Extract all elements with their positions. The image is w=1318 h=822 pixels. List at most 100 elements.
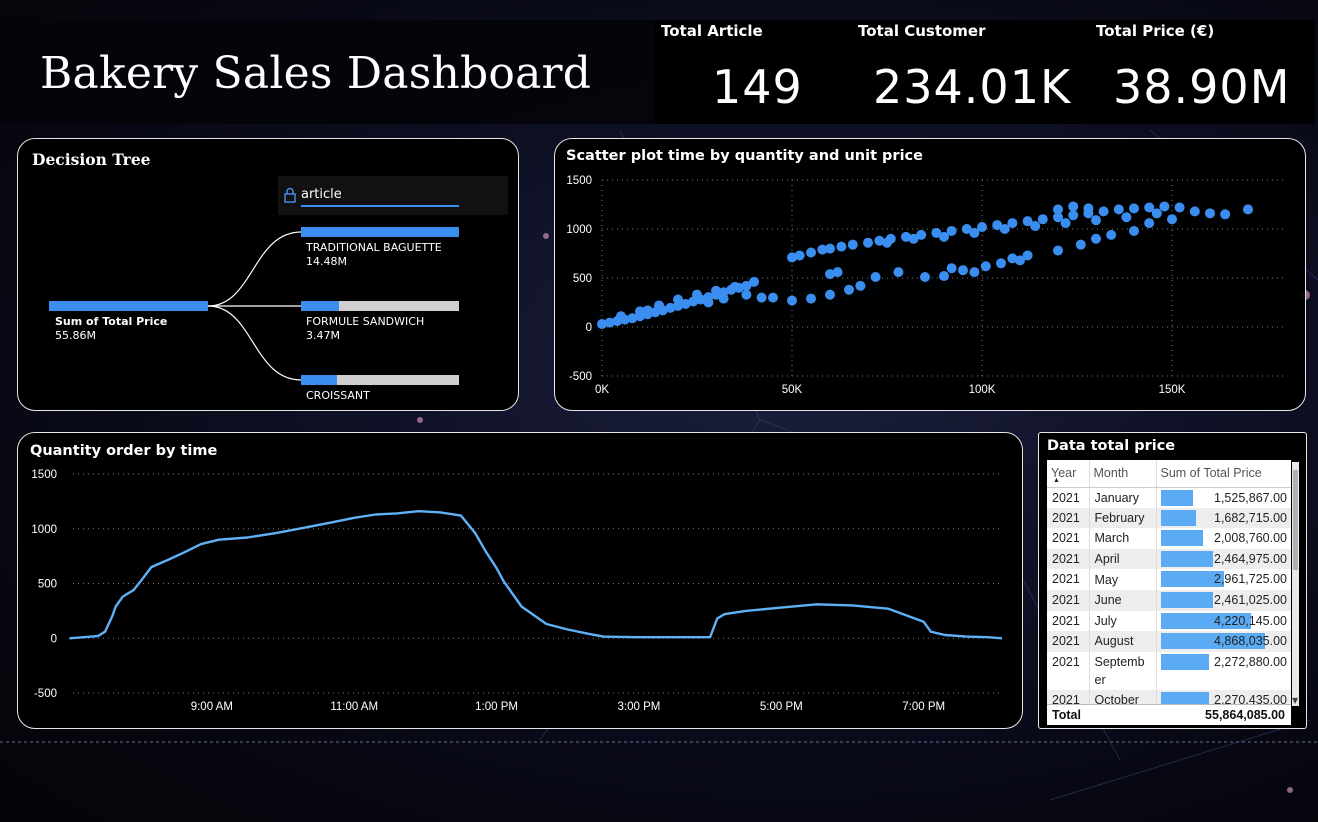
cell-total-price: 1,525,867.00 xyxy=(1156,487,1291,508)
table-row[interactable]: 2021 August 4,868,035.00 xyxy=(1047,631,1291,652)
scatter-point[interactable] xyxy=(863,237,873,248)
table-row[interactable]: 2021 March 2,008,760.00 xyxy=(1047,528,1291,549)
tree-node-bar-track[interactable] xyxy=(301,375,459,385)
scatter-point[interactable] xyxy=(692,289,702,300)
scatter-point[interactable] xyxy=(958,265,968,276)
scatter-point[interactable] xyxy=(855,280,866,291)
scatter-point[interactable] xyxy=(1106,229,1117,240)
line-series-quantity[interactable] xyxy=(69,510,1003,640)
scatter-point[interactable] xyxy=(969,227,980,238)
scatter-point[interactable] xyxy=(1113,204,1124,215)
scatter-point[interactable] xyxy=(1167,214,1177,225)
scatter-point[interactable] xyxy=(836,241,847,252)
col-header-total[interactable]: Sum of Total Price xyxy=(1156,460,1291,488)
scatter-point[interactable] xyxy=(844,284,854,295)
scatter-point[interactable] xyxy=(996,258,1006,269)
scatter-point[interactable] xyxy=(1174,202,1185,213)
scatter-point[interactable] xyxy=(882,237,892,248)
tree-root-label: Sum of Total Price xyxy=(55,315,168,328)
scatter-point[interactable] xyxy=(1121,212,1132,223)
tree-root-bar[interactable] xyxy=(49,301,208,311)
scatter-point[interactable] xyxy=(1037,214,1048,225)
table-row[interactable]: 2021 July 4,220,145.00 xyxy=(1047,610,1291,632)
scatter-point[interactable] xyxy=(730,281,740,292)
scatter-point[interactable] xyxy=(1030,221,1041,232)
scatter-point[interactable] xyxy=(756,292,767,303)
scatter-point[interactable] xyxy=(654,300,664,311)
scatter-point[interactable] xyxy=(741,280,752,291)
scatter-point[interactable] xyxy=(870,272,881,283)
table-row[interactable]: 2021 May 2,961,725.00 xyxy=(1047,569,1291,590)
scatter-point[interactable] xyxy=(825,289,835,300)
tree-node-bar-fill xyxy=(301,375,337,385)
table-card[interactable]: Data total price Year ▲ Month Sum of Tota… xyxy=(1038,432,1307,729)
scatter-point[interactable] xyxy=(1060,218,1071,229)
table-row[interactable]: 2021 February 1,682,715.00 xyxy=(1047,507,1291,529)
scatter-point[interactable] xyxy=(1151,208,1162,219)
decision-tree-card[interactable]: Decision Tree article Sum of Total Price… xyxy=(17,138,519,411)
scatter-point[interactable] xyxy=(1091,215,1101,226)
scatter-point[interactable] xyxy=(703,297,714,308)
scatter-point[interactable] xyxy=(1053,204,1063,215)
data-table-container[interactable]: Year ▲ Month Sum of Total Price 2021 Janua… xyxy=(1047,460,1291,725)
scatter-point[interactable] xyxy=(787,295,797,306)
scatter-point[interactable] xyxy=(1083,203,1094,214)
scatter-point[interactable] xyxy=(673,294,683,305)
scatter-point[interactable] xyxy=(1243,204,1253,215)
scatter-point[interactable] xyxy=(908,233,919,244)
scatter-plot[interactable]: 1500 1000 500 0 -5000K 50K 100K 150K xyxy=(554,138,1306,411)
scatter-point[interactable] xyxy=(920,272,930,283)
table-row[interactable]: 2021 January 1,525,867.00 xyxy=(1047,487,1291,508)
scatter-point[interactable] xyxy=(847,239,858,250)
table-scrollbar-thumb[interactable] xyxy=(1293,470,1298,570)
scatter-point[interactable] xyxy=(1129,225,1139,236)
scatter-point[interactable] xyxy=(718,293,729,304)
scatter-point[interactable] xyxy=(1022,250,1033,261)
table-row[interactable]: 2021 Septemb er 2,272,880.00 xyxy=(1047,651,1291,690)
scatter-point[interactable] xyxy=(825,243,835,254)
scatter-point[interactable] xyxy=(832,267,843,278)
scatter-point[interactable] xyxy=(794,250,805,261)
scatter-point[interactable] xyxy=(711,285,721,296)
scatter-point[interactable] xyxy=(893,267,904,278)
scatter-point[interactable] xyxy=(969,267,980,278)
col-header-month[interactable]: Month xyxy=(1089,460,1157,488)
scroll-down-icon[interactable]: ▼ xyxy=(1292,696,1298,705)
scatter-point[interactable] xyxy=(1075,239,1086,250)
scatter-point[interactable] xyxy=(946,263,957,274)
tree-node-bar-track[interactable] xyxy=(301,227,459,237)
scatter-point[interactable] xyxy=(1220,209,1231,220)
cell-year: 2021 xyxy=(1047,528,1090,549)
cell-total-price: 1,682,715.00 xyxy=(1156,507,1291,529)
scatter-point[interactable] xyxy=(616,311,626,322)
tree-node-bar-track[interactable] xyxy=(301,301,459,311)
scatter-point[interactable] xyxy=(999,224,1010,234)
scatter-point[interactable] xyxy=(1205,208,1215,219)
scatter-point[interactable] xyxy=(741,289,752,300)
scatter-point[interactable] xyxy=(1098,206,1109,217)
scatter-point[interactable] xyxy=(806,247,816,258)
scatter-y-tick-label: 1000 xyxy=(566,224,592,236)
scatter-point[interactable] xyxy=(939,271,949,282)
scatter-point[interactable] xyxy=(939,231,949,242)
scatter-point[interactable] xyxy=(1129,203,1139,214)
table-row[interactable]: 2021 April 2,464,975.00 xyxy=(1047,548,1291,570)
scatter-point[interactable] xyxy=(1053,245,1063,256)
line-y-tick-label: 1500 xyxy=(31,469,57,481)
line-chart[interactable]: 1500 1000 500 0 -500 9:00 AM 11:00 AM 1:00 PM 3:… xyxy=(17,432,1023,729)
scatter-point[interactable] xyxy=(1159,201,1170,212)
scatter-point[interactable] xyxy=(1189,206,1200,217)
scatter-x-tick-label: 150K xyxy=(1159,384,1186,396)
cell-total-price-text: 2,961,725.00 xyxy=(1214,572,1287,587)
scatter-point[interactable] xyxy=(980,261,991,272)
scatter-point[interactable] xyxy=(1144,218,1155,229)
scatter-point[interactable] xyxy=(1068,201,1079,212)
scatter-point[interactable] xyxy=(1091,233,1101,244)
table-row[interactable]: 2021 June 2,461,025.00 xyxy=(1047,589,1291,611)
scatter-point[interactable] xyxy=(1068,210,1079,221)
scatter-point[interactable] xyxy=(768,292,778,303)
scatter-point[interactable] xyxy=(806,293,816,304)
kpi-total-article-label: Total Article xyxy=(661,22,763,40)
col-header-year[interactable]: Year ▲ xyxy=(1047,460,1090,488)
scatter-point[interactable] xyxy=(642,305,653,316)
